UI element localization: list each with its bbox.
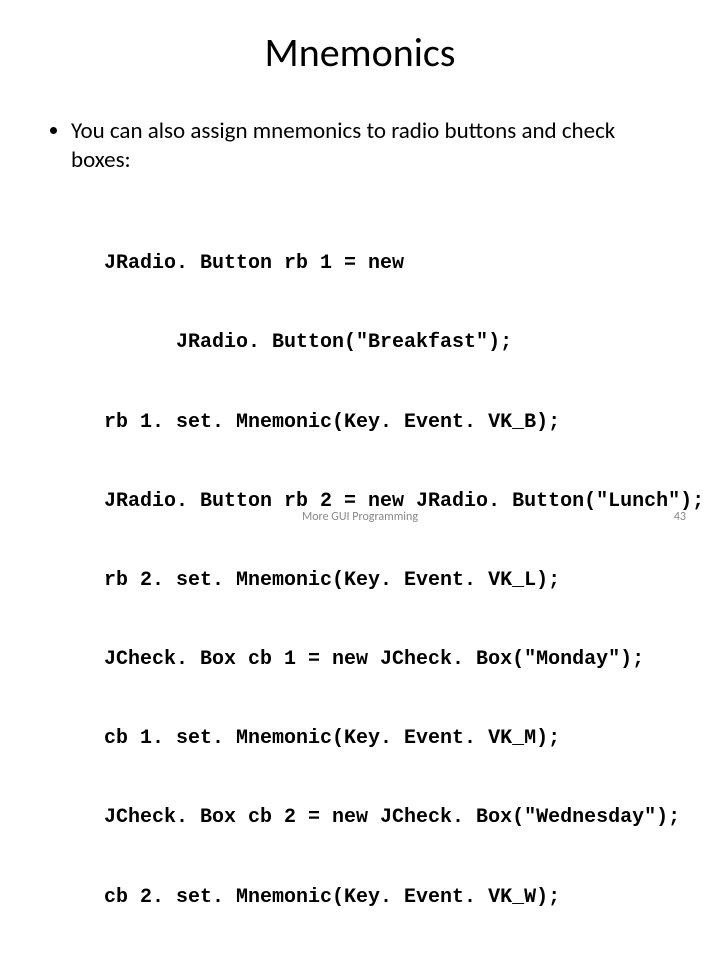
slide-title: Mnemonics [50,28,670,77]
code-line: rb 2. set. Mnemonic(Key. Event. VK_L); [104,568,670,594]
code-line: cb 2. set. Mnemonic(Key. Event. VK_W); [104,885,670,911]
code-line: JCheck. Box cb 2 = new JCheck. Box("Wedn… [104,805,670,831]
footer-center-text: More GUI Programming [0,510,720,524]
code-line: JRadio. Button rb 1 = new [104,251,670,277]
bullet-item: You can also assign mnemonics to radio b… [50,117,670,175]
code-line: rb 1. set. Mnemonic(Key. Event. VK_B); [104,410,670,436]
page-number: 43 [674,510,686,524]
bullet-dot-icon [50,127,57,134]
code-block: JRadio. Button rb 1 = new JRadio. Button… [104,199,670,964]
code-line: JCheck. Box cb 1 = new JCheck. Box("Mond… [104,647,670,673]
code-line: JRadio. Button("Breakfast"); [104,330,670,356]
code-line: cb 1. set. Mnemonic(Key. Event. VK_M); [104,726,670,752]
slide: Mnemonics You can also assign mnemonics … [0,0,720,540]
bullet-text: You can also assign mnemonics to radio b… [71,117,670,175]
